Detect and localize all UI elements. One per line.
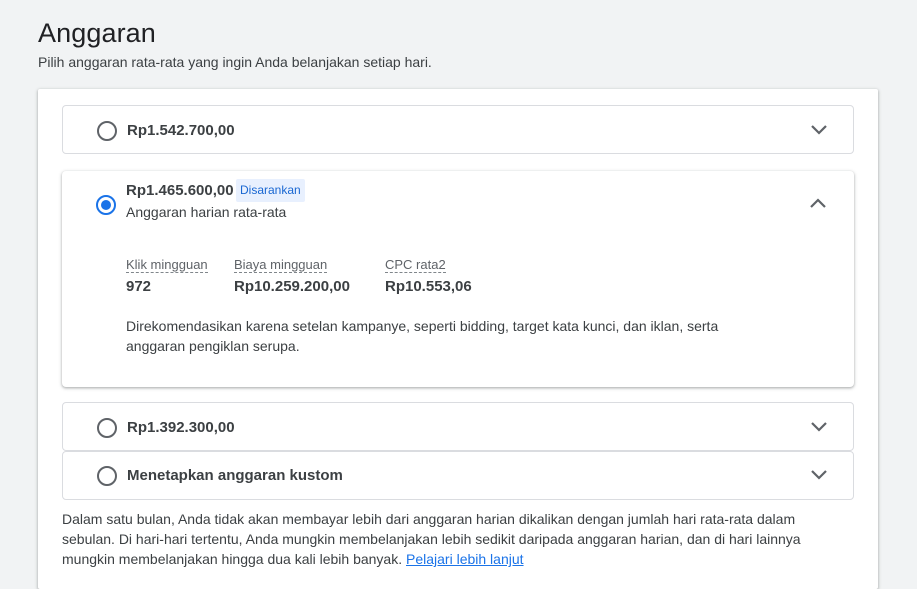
radio-button-selected[interactable] bbox=[96, 195, 116, 215]
recommended-badge: Disarankan bbox=[236, 179, 305, 202]
page-subtitle: Pilih anggaran rata-rata yang ingin Anda… bbox=[38, 54, 432, 70]
recommendation-description: Direkomendasikan karena setelan kampanye… bbox=[126, 318, 719, 354]
stat-label-avg-cpc[interactable]: CPC rata2 bbox=[385, 257, 446, 273]
budget-option-sublabel: Anggaran harian rata-rata bbox=[126, 204, 287, 220]
learn-more-link[interactable]: Pelajari lebih lanjut bbox=[406, 551, 524, 567]
radio-button[interactable] bbox=[97, 418, 117, 438]
budget-option-custom[interactable]: Menetapkan anggaran kustom bbox=[62, 451, 854, 500]
radio-button[interactable] bbox=[97, 121, 117, 141]
radio-button[interactable] bbox=[97, 466, 117, 486]
chevron-down-icon[interactable] bbox=[809, 120, 829, 140]
budget-option-1[interactable]: Rp1.542.700,00 bbox=[62, 105, 854, 154]
stat-label-weekly-cost[interactable]: Biaya mingguan bbox=[234, 257, 328, 273]
budget-option-label: Rp1.465.600,00 bbox=[126, 182, 234, 199]
stat-value-weekly-clicks: 972 bbox=[126, 278, 152, 295]
stat-label-weekly-clicks[interactable]: Klik mingguan bbox=[126, 257, 208, 273]
stat-value-avg-cpc: Rp10.553,06 bbox=[385, 278, 472, 295]
chevron-up-icon[interactable] bbox=[808, 193, 828, 213]
chevron-down-icon[interactable] bbox=[809, 417, 829, 437]
budget-option-label: Rp1.542.700,00 bbox=[127, 122, 235, 139]
budget-option-3[interactable]: Rp1.392.300,00 bbox=[62, 402, 854, 451]
stat-value-weekly-cost: Rp10.259.200,00 bbox=[234, 278, 350, 295]
budget-option-label: Rp1.392.300,00 bbox=[127, 419, 235, 436]
budget-option-label: Menetapkan anggaran kustom bbox=[127, 467, 343, 484]
budget-footnote: Dalam satu bulan, Anda tidak akan membay… bbox=[62, 509, 842, 569]
chevron-down-icon[interactable] bbox=[809, 465, 829, 485]
page-title: Anggaran bbox=[38, 18, 156, 48]
budget-option-2[interactable]: Rp1.465.600,00 Disarankan Anggaran haria… bbox=[62, 171, 854, 387]
